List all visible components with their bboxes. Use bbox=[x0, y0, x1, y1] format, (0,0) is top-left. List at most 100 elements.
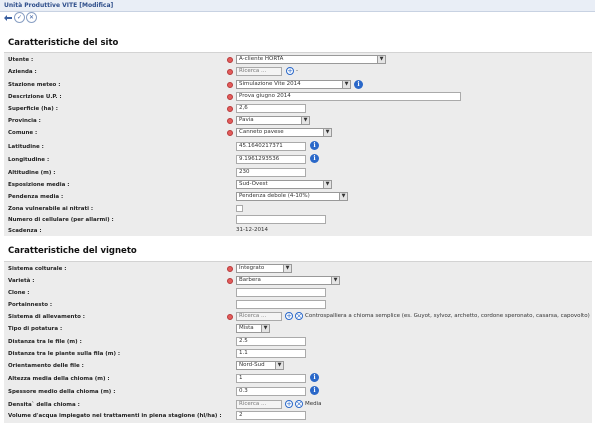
potatura-select[interactable]: Mista ▼ bbox=[236, 324, 270, 333]
zona-checkbox[interactable] bbox=[236, 205, 243, 212]
densita-note: Media bbox=[305, 401, 322, 407]
comune-select[interactable]: Canneto pavese ▼ bbox=[236, 128, 332, 137]
comune-label: Comune : bbox=[8, 130, 38, 136]
row-volume: Volume d'acqua impiegato nei trattamenti… bbox=[4, 410, 592, 422]
utente-label: Utente : bbox=[8, 57, 34, 63]
scadenza-label: Scadenza : bbox=[8, 228, 42, 234]
info-icon[interactable]: i bbox=[310, 154, 319, 163]
row-utente: Utente : A-cliente HORTA ▼ bbox=[4, 54, 592, 66]
clone-input[interactable] bbox=[236, 288, 326, 297]
altitudine-label: Altitudine (m) : bbox=[8, 170, 56, 176]
descrizione-label: Descrizione U.P. : bbox=[8, 94, 62, 100]
row-distanza-piante: Distanza tra le piante sulla fila (m) : … bbox=[4, 348, 592, 360]
latitudine-input[interactable]: 45.1640217371 bbox=[236, 142, 306, 151]
altezza-label: Altezza media della chioma (m) : bbox=[8, 376, 110, 382]
add-icon[interactable]: + bbox=[286, 67, 294, 75]
densita-search[interactable]: Ricerca ... bbox=[236, 400, 282, 409]
sistema-label: Sistema colturale : bbox=[8, 266, 67, 272]
row-altezza: Altezza media della chioma (m) : 1 i bbox=[4, 373, 592, 385]
scadenza-value: 31-12-2014 bbox=[236, 227, 268, 233]
add-icon[interactable]: + bbox=[285, 312, 293, 320]
row-allevamento: Sistema di allevamento : Ricerca ... + ×… bbox=[4, 311, 592, 323]
required-icon bbox=[227, 69, 233, 75]
required-icon bbox=[227, 314, 233, 320]
stazione-select[interactable]: Simulazione Vite 2014 ▼ bbox=[236, 80, 351, 89]
window-title: Unità Produttive VITE [Modifica] bbox=[0, 0, 595, 12]
longitudine-label: Longitudine : bbox=[8, 157, 50, 163]
allevamento-note: Controspalliera a chioma semplice (es. G… bbox=[305, 313, 590, 319]
descrizione-input[interactable]: Prova giugno 2014 bbox=[236, 92, 461, 101]
required-icon bbox=[227, 82, 233, 88]
distanza-file-input[interactable]: 2.5 bbox=[236, 337, 306, 346]
provincia-select[interactable]: Pavia ▼ bbox=[236, 116, 310, 125]
required-icon bbox=[227, 278, 233, 284]
azienda-label: Azienda : bbox=[8, 69, 37, 75]
orientamento-select[interactable]: Nord-Sud ▼ bbox=[236, 361, 284, 370]
row-spessore: Spessore medio della chioma (m) : 0.3 i bbox=[4, 386, 592, 398]
row-varieta: Varietà : Barbera ▼ bbox=[4, 275, 592, 287]
back-arrow-icon[interactable] bbox=[3, 13, 13, 22]
row-superficie: Superficie (ha) : 2,6 bbox=[4, 103, 592, 115]
superficie-input[interactable]: 2,6 bbox=[236, 104, 306, 113]
remove-icon[interactable]: × bbox=[295, 400, 303, 408]
utente-select[interactable]: A-cliente HORTA ▼ bbox=[236, 55, 386, 64]
potatura-label: Tipo di potatura : bbox=[8, 326, 63, 332]
altitudine-input[interactable]: 230 bbox=[236, 168, 306, 177]
row-provincia: Provincia : Pavia ▼ bbox=[4, 115, 592, 127]
chevron-down-icon: ▼ bbox=[283, 265, 291, 272]
check-icon[interactable]: ✓ bbox=[14, 12, 25, 23]
close-icon[interactable]: ✕ bbox=[26, 12, 37, 23]
row-potatura: Tipo di potatura : Mista ▼ bbox=[4, 323, 592, 335]
spessore-input[interactable]: 0.3 bbox=[236, 387, 306, 396]
row-sistema: Sistema colturale : Integrato ▼ bbox=[4, 263, 592, 275]
remove-icon[interactable]: × bbox=[295, 312, 303, 320]
distanza-file-label: Distanza tra le file (m) : bbox=[8, 339, 82, 345]
row-pendenza: Pendenza media : Pendenza debole (4-10%)… bbox=[4, 191, 592, 203]
info-icon[interactable]: i bbox=[310, 141, 319, 150]
required-icon bbox=[227, 57, 233, 63]
chevron-down-icon: ▼ bbox=[261, 325, 269, 332]
chevron-down-icon: ▼ bbox=[323, 129, 331, 136]
row-latitudine: Latitudine : 45.1640217371 i bbox=[4, 141, 592, 153]
portainnesto-label: Portainnesto : bbox=[8, 302, 53, 308]
required-icon bbox=[227, 266, 233, 272]
row-stazione: Stazione meteo : Simulazione Vite 2014 ▼ … bbox=[4, 79, 592, 91]
allevamento-search[interactable]: Ricerca ... bbox=[236, 312, 282, 321]
azienda-search[interactable]: Ricerca ... bbox=[236, 67, 282, 76]
row-orientamento: Orientamento delle file : Nord-Sud ▼ bbox=[4, 360, 592, 372]
spessore-label: Spessore medio della chioma (m) : bbox=[8, 389, 116, 395]
cellulare-input[interactable] bbox=[236, 215, 326, 224]
required-icon bbox=[227, 130, 233, 136]
longitudine-input[interactable]: 9.1961293536 bbox=[236, 155, 306, 164]
row-esposizione: Esposizione media : Sud-Ovest ▼ bbox=[4, 179, 592, 191]
chevron-down-icon: ▼ bbox=[377, 56, 385, 63]
varieta-label: Varietà : bbox=[8, 278, 35, 284]
orientamento-label: Orientamento delle file : bbox=[8, 363, 84, 369]
row-portainnesto: Portainnesto : bbox=[4, 299, 592, 311]
varieta-select[interactable]: Barbera ▼ bbox=[236, 276, 340, 285]
clone-label: Clone : bbox=[8, 290, 30, 296]
altezza-input[interactable]: 1 bbox=[236, 374, 306, 383]
pendenza-select[interactable]: Pendenza debole (4-10%) ▼ bbox=[236, 192, 348, 201]
esposizione-select[interactable]: Sud-Ovest ▼ bbox=[236, 180, 332, 189]
volume-input[interactable]: 2 bbox=[236, 411, 306, 420]
info-icon[interactable]: i bbox=[310, 386, 319, 395]
row-altitudine: Altitudine (m) : 230 bbox=[4, 167, 592, 179]
info-icon[interactable]: i bbox=[310, 373, 319, 382]
stazione-label: Stazione meteo : bbox=[8, 82, 61, 88]
superficie-label: Superficie (ha) : bbox=[8, 106, 58, 112]
provincia-label: Provincia : bbox=[8, 118, 41, 124]
row-azienda: Azienda : Ricerca ... + - bbox=[4, 66, 592, 78]
chevron-down-icon: ▼ bbox=[331, 277, 339, 284]
required-icon bbox=[227, 94, 233, 100]
chevron-down-icon: ▼ bbox=[301, 117, 309, 124]
distanza-piante-input[interactable]: 1.1 bbox=[236, 349, 306, 358]
info-icon[interactable]: i bbox=[354, 80, 363, 89]
portainnesto-input[interactable] bbox=[236, 300, 326, 309]
sistema-select[interactable]: Integrato ▼ bbox=[236, 264, 292, 273]
chevron-down-icon: ▼ bbox=[275, 362, 283, 369]
add-icon[interactable]: + bbox=[285, 400, 293, 408]
required-icon bbox=[227, 106, 233, 112]
volume-label: Volume d'acqua impiegato nei trattamenti… bbox=[8, 413, 222, 419]
chevron-down-icon: ▼ bbox=[342, 81, 350, 88]
